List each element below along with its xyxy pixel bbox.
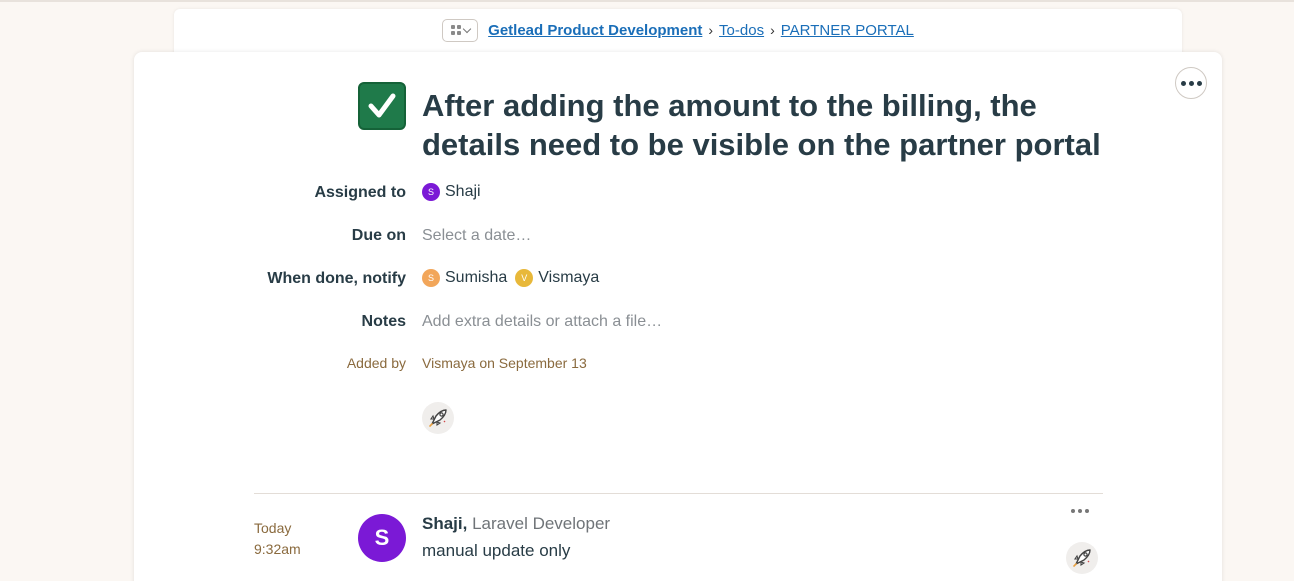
comment-author: Shaji, [422,514,468,533]
comment-header: Shaji, Laravel Developer [422,514,610,534]
comment-avatar[interactable]: S [358,514,406,562]
boost-button[interactable] [422,402,454,434]
breadcrumb-todos-link[interactable]: To-dos [719,22,764,39]
todo-card: After adding the amount to the billing, … [134,52,1222,581]
due-label: Due on [351,227,406,244]
comment-day: Today [254,520,292,536]
checkmark-icon [368,93,396,118]
comment-time: 9:32am [254,541,301,557]
assignee[interactable]: S Shaji [422,183,481,201]
avatar: S [422,269,440,287]
assignee-field[interactable]: S Shaji [422,183,489,201]
breadcrumb-project-link[interactable]: Getlead Product Development [488,22,702,39]
chevron-down-icon [462,24,471,33]
top-border [0,0,1294,2]
notify-person-name: Sumisha [445,269,508,286]
notify-field[interactable]: S Sumisha V Vismaya [422,269,607,287]
breadcrumb-separator: › [770,22,775,38]
breadcrumb-list-link[interactable]: PARTNER PORTAL [781,22,914,39]
grid-icon [450,25,461,35]
avatar: S [422,183,440,201]
todo-complete-checkbox[interactable] [358,82,406,130]
assigned-label: Assigned to [314,184,406,201]
ellipsis-icon [1071,509,1075,513]
notes-label: Notes [361,313,406,330]
breadcrumb: Getlead Product Development › To-dos › P… [174,9,1182,51]
comment-author-role: Laravel Developer [472,514,611,533]
notify-person[interactable]: S Sumisha [422,269,507,287]
notify-label: When done, notify [267,270,406,287]
comment-text: manual update only [422,541,571,560]
notes-field[interactable]: Add extra details or attach a file… [422,313,662,331]
breadcrumb-separator: › [708,22,714,38]
ellipsis-icon [1180,80,1186,86]
added-by-value: Vismaya on September 13 [422,355,587,371]
notify-person-name: Vismaya [538,269,600,286]
todo-options-button[interactable] [1175,67,1207,99]
project-switcher-button[interactable] [442,18,479,42]
assignee-name: Shaji [445,183,481,200]
due-date-field[interactable]: Select a date… [422,227,531,245]
todo-title[interactable]: After adding the amount to the billing, … [422,86,1122,164]
avatar: V [515,269,534,287]
comment-timestamp: Today 9:32am [254,518,301,560]
notify-person[interactable]: V Vismaya [515,269,599,287]
comment-options-button[interactable] [1071,509,1089,513]
rocket-boost-icon [429,409,447,427]
added-by-label: Added by [346,355,406,371]
rocket-boost-icon [1073,549,1091,567]
section-divider [254,493,1103,494]
comment-boost-button[interactable] [1066,542,1098,574]
